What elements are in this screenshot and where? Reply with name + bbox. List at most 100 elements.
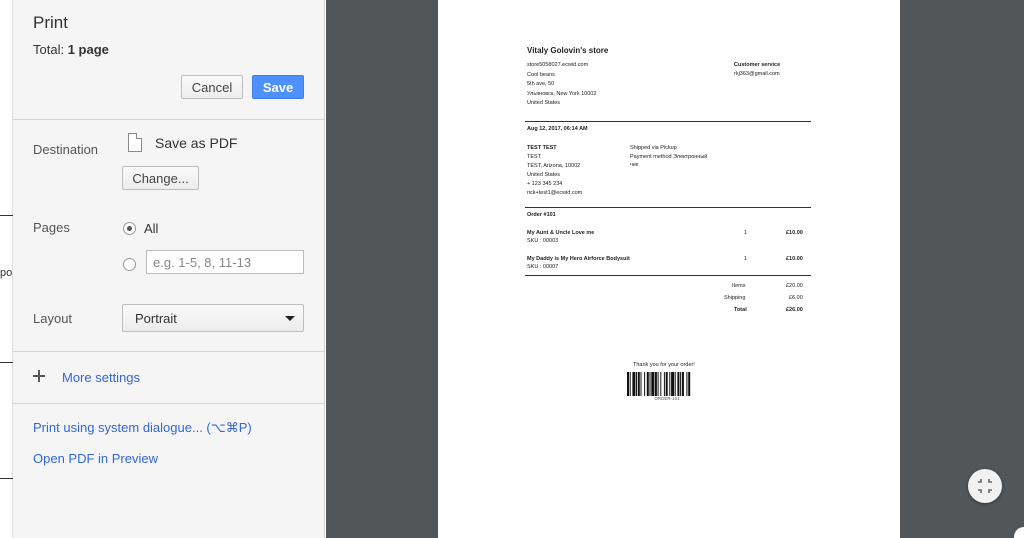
- more-settings-row[interactable]: More settings: [13, 352, 324, 404]
- layout-select[interactable]: Portrait: [122, 304, 304, 332]
- barcode-bar: [657, 372, 659, 396]
- customer-line: TEST TEST: [527, 145, 557, 151]
- customer-line: TEST: [527, 154, 542, 160]
- plus-icon: [33, 370, 45, 382]
- order-date: Aug 12, 2017, 06:14 AM: [527, 126, 588, 132]
- save-button[interactable]: Save: [252, 75, 304, 99]
- barcode-caption: ORDER-101: [654, 396, 680, 401]
- print-title: Print: [33, 13, 68, 32]
- barcode-bar: [636, 372, 637, 396]
- shipping-line: чек: [630, 162, 639, 168]
- totals-value: £6.00: [789, 295, 803, 301]
- barcode-bar: [629, 372, 631, 396]
- dropdown-caret-icon: [285, 316, 295, 321]
- item-price: £10.00: [786, 256, 803, 262]
- pdf-file-icon: [128, 133, 142, 152]
- underlay-divider: [0, 215, 13, 216]
- print-header: Print Total: 1 page Cancel Save: [13, 0, 324, 120]
- print-sidebar: Print Total: 1 page Cancel Save Destinat…: [13, 0, 325, 538]
- customer-line: rick+test1@ecwid.com: [527, 190, 583, 196]
- barcode-bar: [671, 372, 675, 396]
- item-name: My Daddy is My Hero Airforce Bodysuit: [527, 256, 630, 262]
- totals-label: Items: [732, 283, 746, 289]
- page-total: Total: 1 page: [33, 42, 109, 57]
- barcode-bar: [680, 372, 682, 396]
- barcode-bar: [627, 372, 629, 396]
- pages-label: Pages: [33, 220, 70, 235]
- barcode-bar: [681, 372, 684, 396]
- store-address-line: Cool beans: [527, 72, 555, 78]
- barcode-bar: [632, 372, 636, 396]
- barcode-bar: [646, 372, 649, 396]
- change-destination-button[interactable]: Change...: [122, 166, 199, 190]
- open-in-preview-link[interactable]: Open PDF in Preview: [33, 451, 158, 466]
- barcode-bar: [686, 372, 688, 396]
- receipt-divider: [525, 121, 811, 122]
- underlay-divider: [0, 478, 13, 479]
- service-label: Customer service: [734, 62, 781, 68]
- barcode-bar: [663, 372, 665, 396]
- cancel-button[interactable]: Cancel: [181, 75, 243, 99]
- barcode-bar: [654, 372, 657, 396]
- store-address-line: United States: [527, 100, 561, 106]
- customer-line: United States: [527, 172, 561, 178]
- pages-range-input[interactable]: [146, 250, 304, 274]
- shipping-line: Shipped via Pickup: [630, 145, 677, 151]
- barcode-bar: [660, 372, 662, 396]
- destination-name: Save as PDF: [155, 135, 238, 151]
- underlay-text: ро: [0, 267, 13, 279]
- store-address-line: 5th ave, 50: [527, 81, 555, 87]
- preview-page: Vitaly Golovin's store store5058027.ecwi…: [438, 0, 900, 538]
- store-name: Vitaly Golovin's store: [527, 46, 609, 55]
- store-email: store5058027.ecwid.com: [527, 62, 589, 68]
- layout-value: Portrait: [135, 310, 177, 326]
- barcode-bar: [665, 372, 668, 396]
- pages-range-radio[interactable]: [123, 258, 136, 271]
- fit-to-page-icon: [978, 479, 992, 493]
- print-preview-area: Vitaly Golovin's store store5058027.ecwi…: [326, 0, 1024, 538]
- destination-label: Destination: [33, 142, 99, 157]
- order-number: Order #101: [527, 212, 556, 218]
- barcode-bar: [669, 372, 671, 396]
- sidebar-footer: Print using system dialogue... (⌥⌘P) Ope…: [13, 405, 324, 538]
- system-dialog-link[interactable]: Print using system dialogue... (⌥⌘P): [33, 420, 252, 436]
- more-settings-link[interactable]: More settings: [62, 370, 140, 385]
- barcode-bar: [649, 372, 651, 396]
- item-qty: 1: [744, 230, 748, 236]
- print-settings: Destination Save as PDF Change... Pages …: [13, 121, 324, 352]
- totals-label: Total: [734, 307, 747, 313]
- fit-to-page-button[interactable]: [968, 469, 1002, 503]
- pages-all-radio[interactable]: [123, 222, 136, 235]
- service-email: rkj363@gmail.com: [734, 71, 780, 77]
- pages-all-label: All: [144, 221, 159, 236]
- layout-label: Layout: [33, 311, 73, 326]
- receipt-divider: [525, 207, 811, 208]
- background-page-sliver: ро: [0, 0, 13, 538]
- order-barcode: [627, 372, 691, 396]
- customer-line: + 123 345 234: [527, 181, 563, 187]
- total-value: 1 page: [67, 42, 109, 57]
- barcode-bar: [640, 372, 642, 396]
- barcode-bar: [651, 372, 655, 396]
- shipping-line: Payment method Электронный: [630, 154, 708, 160]
- item-sku: SKU : 00003: [527, 238, 559, 244]
- customer-line: TEST, Arizona, 10002: [527, 163, 581, 169]
- item-price: £10.00: [786, 230, 803, 236]
- total-prefix: Total:: [33, 42, 68, 57]
- barcode-bar: [674, 372, 676, 396]
- item-name: My Aunt & Uncle Love me: [527, 230, 595, 236]
- barcode-bar: [688, 372, 691, 396]
- totals-label: Shipping: [724, 295, 746, 301]
- scroll-indicator: [1014, 527, 1024, 538]
- thank-you-note: Thank you for your order!: [633, 362, 695, 368]
- item-sku: SKU : 00007: [527, 264, 559, 270]
- receipt-divider: [525, 275, 811, 276]
- item-qty: 1: [744, 256, 748, 262]
- underlay-divider: [0, 362, 13, 363]
- barcode-bar: [637, 372, 640, 396]
- barcode-bar: [677, 372, 680, 396]
- store-address-line: Ульяновск, New York 10002: [527, 91, 597, 97]
- totals-value: £20.00: [786, 283, 803, 289]
- totals-value: £26.00: [786, 307, 803, 313]
- barcode-bar: [644, 372, 646, 396]
